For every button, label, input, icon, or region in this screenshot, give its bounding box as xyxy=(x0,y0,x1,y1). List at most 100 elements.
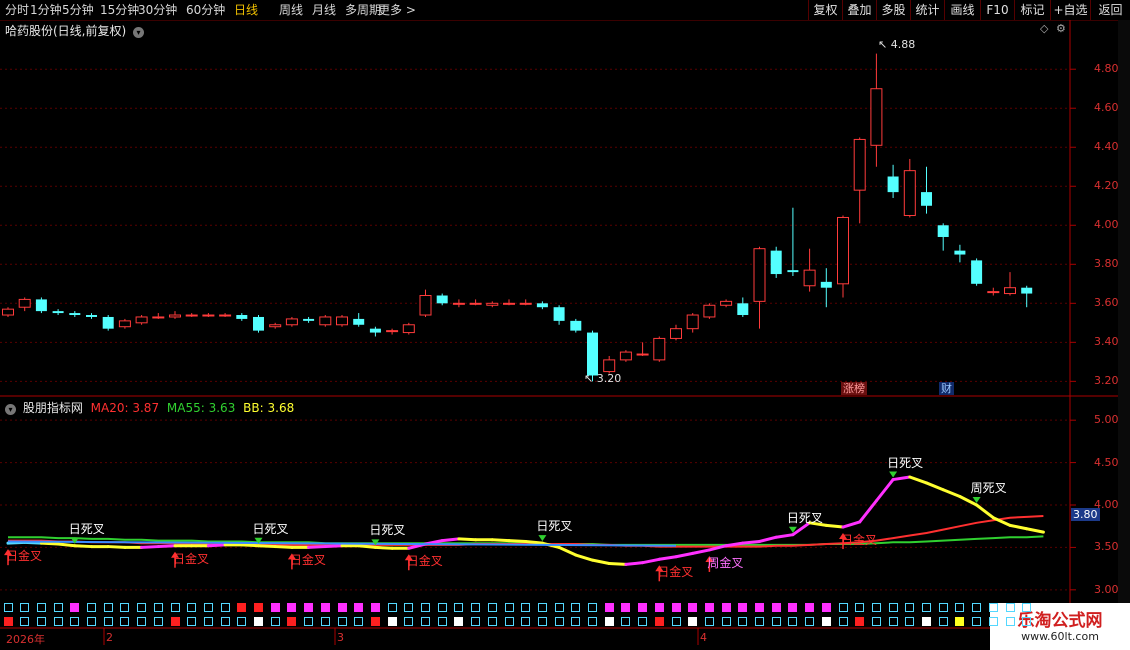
signal-top-square xyxy=(721,603,731,612)
signal-bottom-square xyxy=(237,617,247,626)
signal-top-square xyxy=(404,603,414,612)
candle-body xyxy=(803,269,816,287)
signal-bottom-square xyxy=(922,617,931,626)
signal-top-square xyxy=(972,603,982,612)
signal-top-square xyxy=(571,603,581,612)
candle-body xyxy=(118,320,131,328)
bb-line-segment xyxy=(240,543,260,548)
death-cross-label: 日死叉 xyxy=(887,455,924,470)
low-price-label: ↖ 3.20 xyxy=(584,372,622,385)
candle-body xyxy=(787,270,799,273)
signal-bottom-square xyxy=(588,617,597,626)
death-cross-label: 日死叉 xyxy=(536,519,573,534)
signal-bottom-square xyxy=(855,617,865,626)
date-label: 3 xyxy=(337,631,344,644)
bb-line-segment xyxy=(557,545,578,557)
candle-body xyxy=(870,88,883,146)
signal-bottom-square xyxy=(554,617,564,626)
bb-line-segment xyxy=(624,561,645,566)
candle-body xyxy=(386,330,399,333)
signal-top-square xyxy=(988,603,998,612)
candle-body xyxy=(152,316,165,319)
rise-rank-tag[interactable]: 涨榜 xyxy=(841,382,867,395)
candle-body xyxy=(519,302,532,305)
signal-top-square xyxy=(370,603,380,612)
bb-line-segment xyxy=(925,481,945,492)
signal-bottom-square xyxy=(337,617,347,626)
candle-body xyxy=(937,225,949,237)
signal-top-square xyxy=(320,603,330,612)
bb-line-segment xyxy=(156,544,177,549)
signal-bottom-square xyxy=(654,617,664,626)
low-price-value: 3.20 xyxy=(596,372,622,385)
chevron-down-icon[interactable]: ▾ xyxy=(5,404,16,415)
candle-body xyxy=(720,300,733,306)
candle-body xyxy=(670,328,682,339)
candle-body xyxy=(837,216,849,285)
signal-top-square xyxy=(254,603,263,612)
signal-bottom-square xyxy=(254,617,263,626)
bb-line-segment xyxy=(56,542,77,548)
bb-line-segment xyxy=(73,544,93,549)
price-tick-label: 4.20 xyxy=(1094,179,1119,193)
candle-body xyxy=(135,316,148,324)
date-label: 4 xyxy=(700,631,707,644)
signal-top-square xyxy=(454,603,464,612)
bb-line-segment xyxy=(908,475,928,485)
date-label: 2 xyxy=(106,631,113,644)
bb-line-segment xyxy=(490,538,511,543)
candle-body xyxy=(319,316,332,326)
signal-top-square xyxy=(203,603,213,612)
indicator-tick-label: 3.50 xyxy=(1094,540,1119,554)
signal-bottom-square xyxy=(36,617,46,626)
bb-line-segment xyxy=(323,544,344,549)
signal-bottom-square xyxy=(638,617,648,626)
candle-body xyxy=(269,324,282,328)
candle-body xyxy=(336,316,348,326)
signal-top-square xyxy=(554,603,564,612)
signal-bottom-square xyxy=(1005,617,1015,626)
signal-top-square xyxy=(771,603,781,612)
candle-body xyxy=(236,315,248,319)
bb-line-segment xyxy=(607,562,628,566)
signal-top-square xyxy=(504,603,514,612)
signal-bottom-square xyxy=(621,617,631,626)
signal-top-square xyxy=(738,603,748,612)
candle-body xyxy=(52,311,64,314)
candle-body xyxy=(921,192,932,206)
bb-line-segment xyxy=(874,478,895,503)
signal-bottom-square xyxy=(788,617,798,626)
date-axis: 2026年 2 3 4 xyxy=(0,630,1070,650)
high-price-label: ↖ 4.88 xyxy=(878,38,916,51)
bb-line-segment xyxy=(140,545,160,549)
signal-bottom-square xyxy=(387,617,397,626)
signal-top-square xyxy=(337,603,347,612)
signal-bottom-square xyxy=(471,617,481,626)
candle-body xyxy=(503,302,515,305)
signal-bottom-square xyxy=(604,617,614,626)
candle-body xyxy=(35,299,47,312)
death-cross-label: 日死叉 xyxy=(68,521,105,536)
signal-top-square xyxy=(938,603,948,612)
signal-top-square xyxy=(53,603,63,612)
signal-bottom-square xyxy=(437,617,447,626)
signal-bottom-square xyxy=(838,617,848,626)
death-cross-label: 日死叉 xyxy=(369,523,406,538)
bb-line-segment xyxy=(824,523,845,529)
signal-top-square xyxy=(120,603,130,612)
finance-tag[interactable]: 财 xyxy=(939,382,954,395)
candle-body xyxy=(1021,287,1033,294)
signal-top-square xyxy=(487,603,497,612)
signal-top-square xyxy=(871,603,881,612)
signal-bottom-square xyxy=(821,617,831,626)
signal-top-square xyxy=(604,603,614,612)
bb-line-segment xyxy=(357,544,377,549)
bb-line-segment xyxy=(891,475,912,482)
signal-top-square xyxy=(805,603,815,612)
signal-bottom-square xyxy=(287,617,297,626)
signal-bottom-square xyxy=(972,617,982,626)
current-value-tag: 3.80 xyxy=(1071,508,1100,521)
candle-body xyxy=(102,316,114,329)
bb-line-segment xyxy=(758,535,778,543)
candle-body xyxy=(603,359,616,373)
